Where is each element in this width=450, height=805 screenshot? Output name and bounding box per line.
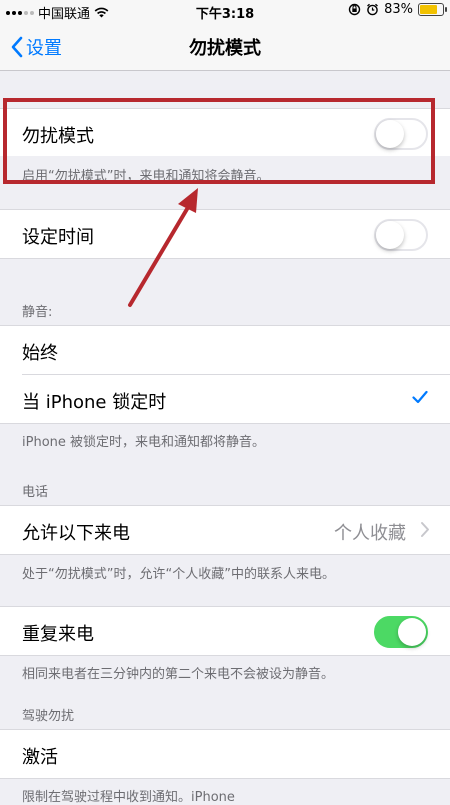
repeated-calls-row: 重复来电 xyxy=(0,606,450,656)
allow-calls-row[interactable]: 允许以下来电 个人收藏 xyxy=(0,505,450,555)
silence-always-label: 始终 xyxy=(22,343,58,364)
allow-calls-footnote: 处于“勿扰模式”时，允许“个人收藏”中的联系人来电。 xyxy=(22,567,335,582)
battery-fill xyxy=(420,5,437,14)
silence-locked-row[interactable]: 当 iPhone 锁定时 xyxy=(0,375,450,424)
battery-icon xyxy=(418,3,447,16)
orientation-lock-icon xyxy=(348,3,361,16)
scheduled-label: 设定时间 xyxy=(22,227,94,248)
scheduled-row: 设定时间 xyxy=(0,209,450,259)
toggle-knob xyxy=(376,120,404,148)
silence-locked-label: 当 iPhone 锁定时 xyxy=(22,392,167,413)
allow-calls-label: 允许以下来电 xyxy=(22,523,130,544)
dnd-footnote: 启用“勿扰模式”时，来电和通知将会静音。 xyxy=(22,169,270,184)
phone-header: 电话 xyxy=(22,485,49,500)
driving-footnote: 限制在驾驶过程中收到通知。iPhone xyxy=(22,790,235,805)
repeated-calls-toggle[interactable] xyxy=(374,616,428,648)
status-right: 83% xyxy=(348,2,447,17)
allow-calls-value: 个人收藏 xyxy=(334,523,406,544)
status-bar: 中国联通 下午3:18 83% xyxy=(0,0,450,22)
dnd-toggle[interactable] xyxy=(374,118,428,150)
battery-percent: 83% xyxy=(384,2,413,17)
silence-header: 静音: xyxy=(22,305,53,320)
driving-activate-row[interactable]: 激活 xyxy=(0,729,450,779)
toggle-knob xyxy=(376,221,404,249)
driving-activate-label: 激活 xyxy=(22,747,58,768)
dnd-label: 勿扰模式 xyxy=(22,126,94,147)
silence-footnote: iPhone 被锁定时，来电和通知都将静音。 xyxy=(22,435,266,450)
toggle-knob xyxy=(398,618,426,646)
driving-header: 驾驶勿扰 xyxy=(22,709,75,724)
silence-always-row[interactable]: 始终 xyxy=(0,325,450,375)
alarm-icon xyxy=(367,3,379,16)
checkmark-icon xyxy=(412,390,428,404)
chevron-right-icon xyxy=(421,522,429,537)
repeated-calls-footnote: 相同来电者在三分钟内的第二个来电不会被设为静音。 xyxy=(22,667,335,682)
repeated-calls-label: 重复来电 xyxy=(22,624,94,645)
page-title: 勿扰模式 xyxy=(189,38,261,59)
navigation-bar: 设置 勿扰模式 xyxy=(0,22,450,71)
scheduled-toggle[interactable] xyxy=(374,219,428,251)
dnd-row: 勿扰模式 xyxy=(0,108,450,156)
